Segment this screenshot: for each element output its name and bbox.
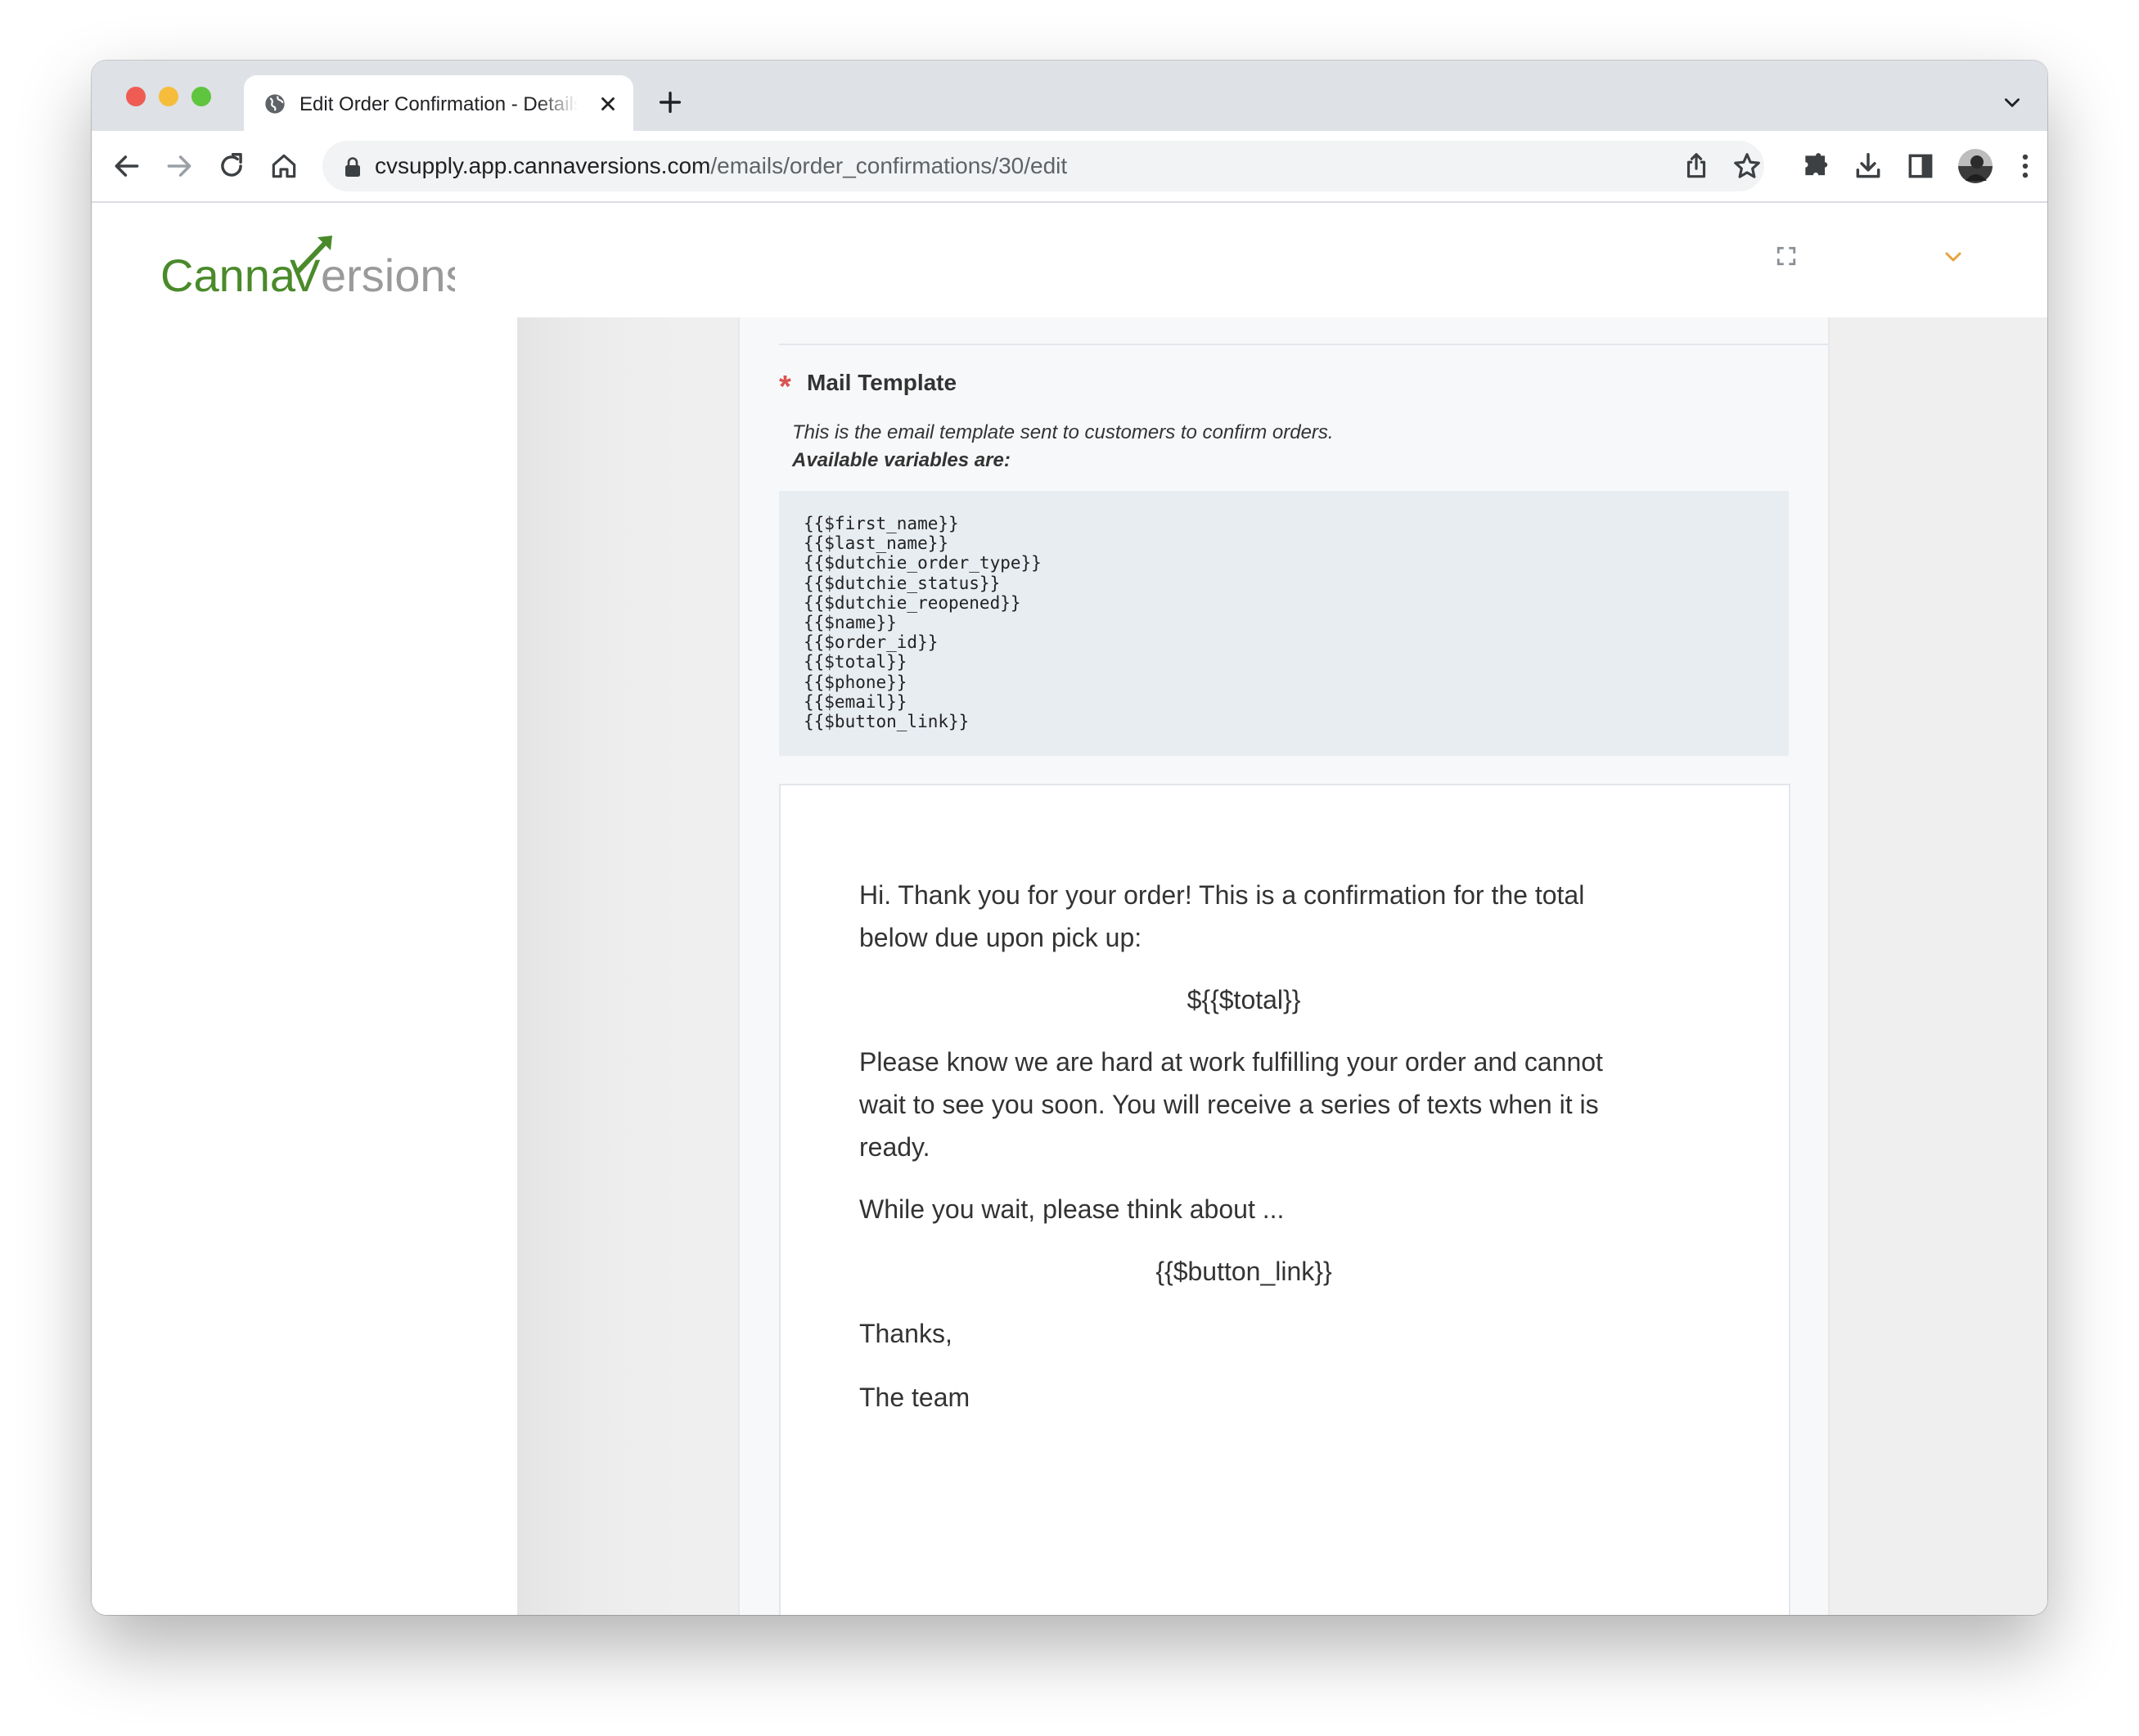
browser-tab-active[interactable]: Edit Order Confirmation - Details: [244, 75, 633, 131]
variable-item: {{$order_id}}: [804, 632, 939, 653]
form-panel: * Mail Template This is the email templa…: [738, 317, 1830, 1615]
share-icon[interactable]: [1681, 151, 1712, 182]
close-tab-icon[interactable]: [597, 93, 619, 115]
svg-text:Canna: Canna: [160, 250, 296, 301]
forward-icon[interactable]: [164, 151, 195, 182]
reload-icon[interactable]: [216, 151, 247, 182]
required-marker: *: [779, 370, 791, 404]
zoom-window-button[interactable]: [191, 87, 211, 106]
editor-button-link-variable[interactable]: {{$button_link}}: [859, 1250, 1628, 1293]
profile-avatar[interactable]: [1957, 148, 1993, 184]
variables-code-block: {{$first_name}} {{$last_name}} {{$dutchi…: [779, 491, 1789, 756]
variables-heading: Available variables are:: [792, 449, 1011, 471]
editor-paragraph-wait[interactable]: While you wait, please think about ...: [859, 1188, 1628, 1230]
side-panel-icon[interactable]: [1905, 151, 1936, 182]
extensions-icon[interactable]: [1800, 151, 1831, 182]
globe-icon: [265, 94, 285, 114]
variable-item: {{$first_name}}: [804, 514, 959, 533]
mail-template-editor[interactable]: Hi. Thank you for your order! This is a …: [779, 784, 1790, 1615]
help-text: This is the email template sent to custo…: [792, 421, 1334, 443]
bookmark-star-icon[interactable]: [1731, 151, 1763, 182]
url-host: cvsupply.app.cannaversions.com: [375, 153, 711, 178]
variables-list: {{$first_name}} {{$last_name}} {{$dutchi…: [804, 514, 1042, 731]
editor-paragraph-intro[interactable]: Hi. Thank you for your order! This is a …: [859, 874, 1628, 959]
variable-item: {{$dutchie_order_type}}: [804, 553, 1042, 573]
variable-item: {{$email}}: [804, 691, 907, 712]
lock-icon[interactable]: [344, 156, 362, 178]
address-bar[interactable]: cvsupply.app.cannaversions.com/emails/or…: [322, 141, 1764, 191]
close-window-button[interactable]: [126, 87, 146, 106]
cannaversions-logo[interactable]: Canna V ersions: [160, 234, 469, 303]
variable-item: {{$last_name}}: [804, 533, 949, 554]
variable-item: {{$name}}: [804, 613, 897, 633]
browser-toolbar: cvsupply.app.cannaversions.com/emails/or…: [92, 131, 2047, 203]
tab-search-chevron-icon[interactable]: [2002, 92, 2023, 113]
download-icon[interactable]: [1853, 151, 1884, 182]
editor-paragraph-thanks[interactable]: Thanks,: [859, 1312, 1628, 1355]
svg-text:V: V: [290, 250, 321, 301]
variable-item: {{$button_link}}: [804, 712, 970, 732]
logo-graphic: Canna V ersions: [160, 236, 469, 301]
url-path: /emails/order_confirmations/30/edit: [710, 153, 1068, 178]
app-header: Canna V ersions: [92, 203, 2047, 317]
home-icon[interactable]: [268, 151, 299, 182]
new-tab-plus-icon[interactable]: [656, 88, 684, 116]
menu-kebab-icon[interactable]: [2010, 151, 2041, 182]
url-text[interactable]: cvsupply.app.cannaversions.com/emails/or…: [375, 152, 1067, 180]
svg-text:ersions: ersions: [321, 250, 455, 301]
mail-template-label: Mail Template: [807, 370, 957, 395]
browser-window: Edit Order Confirmation - Details cvsupp…: [92, 61, 2047, 1615]
back-icon[interactable]: [111, 151, 142, 182]
variable-item: {{$phone}}: [804, 672, 907, 692]
variable-item: {{$dutchie_status}}: [804, 573, 1001, 593]
editor-total-variable[interactable]: ${{$total}}: [859, 978, 1628, 1021]
fullscreen-icon[interactable]: [1776, 245, 1797, 267]
divider: [779, 344, 1828, 345]
editor-paragraph-signoff[interactable]: The team: [859, 1376, 1628, 1419]
editor-paragraph-body[interactable]: Please know we are hard at work fulfilli…: [859, 1041, 1628, 1168]
page-content: Canna V ersions * Mail Template This is …: [92, 203, 2047, 1615]
variable-item: {{$total}}: [804, 652, 907, 672]
tab-title: Edit Order Confirmation - Details: [299, 93, 578, 115]
minimize-window-button[interactable]: [159, 87, 178, 106]
tab-strip: Edit Order Confirmation - Details: [92, 61, 2047, 131]
variable-item: {{$dutchie_reopened}}: [804, 592, 1021, 613]
user-menu-chevron-icon[interactable]: [1944, 250, 1962, 263]
